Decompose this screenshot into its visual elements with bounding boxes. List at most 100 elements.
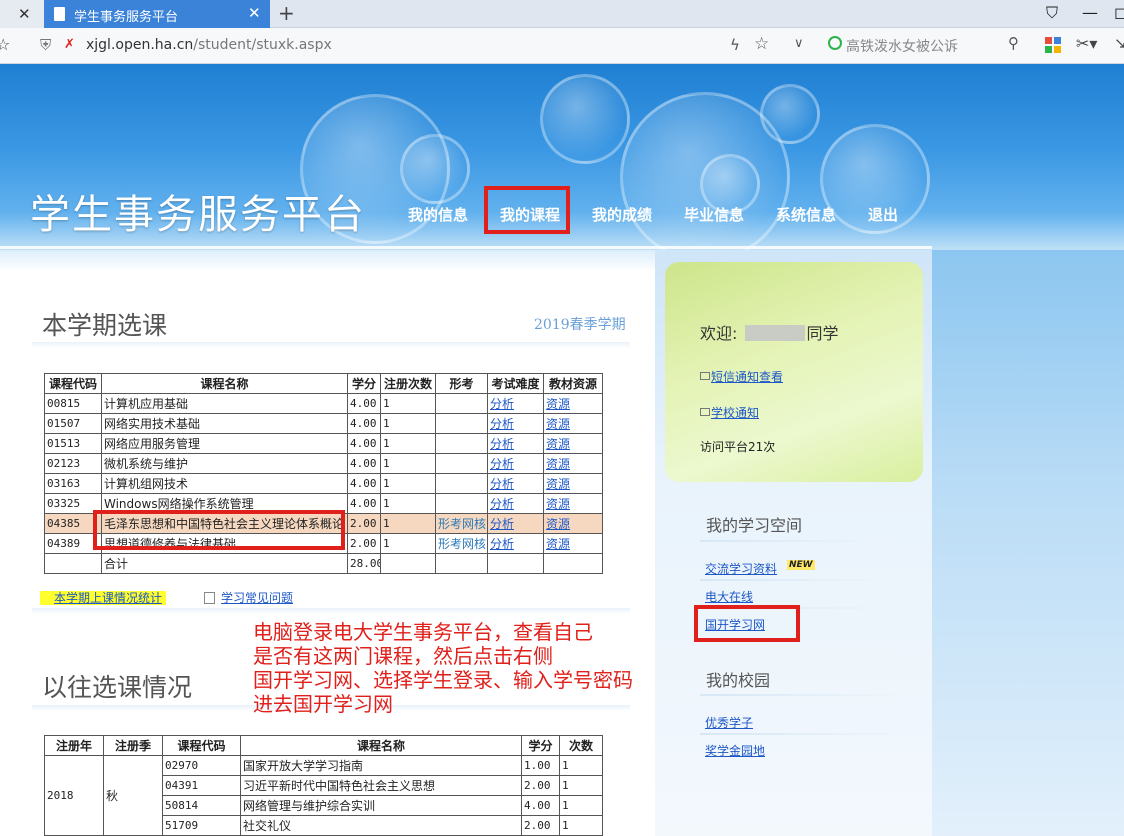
lightning-icon[interactable]: ϟ <box>730 36 740 54</box>
table-row: 01507 网络实用技术基础 4.00 1 分析 资源 <box>44 413 603 434</box>
study-materials-link[interactable]: 交流学习资料 <box>705 562 777 576</box>
course-credit: 4.00 <box>347 413 381 434</box>
difficulty-link[interactable]: 分析 <box>490 457 514 471</box>
shield-icon[interactable]: ⛨ <box>40 36 51 54</box>
tab-title: 学生事务服务平台 <box>74 10 179 25</box>
course-credit: 4.00 <box>347 393 381 414</box>
table-header-row: 课程代码 课程名称 学分 注册次数 形考 考试难度 教材资源 <box>44 373 603 394</box>
resource-link[interactable]: 资源 <box>546 457 570 471</box>
resource-link[interactable]: 资源 <box>546 517 570 531</box>
difficulty-link[interactable]: 分析 <box>490 517 514 531</box>
search-box[interactable]: 高铁泼水女被公诉 ⚲ <box>818 32 1028 59</box>
difficulty-link[interactable]: 分析 <box>490 497 514 511</box>
url-input[interactable]: xjgl.open.ha.cn/student/stuxk.aspx <box>86 37 332 53</box>
course-times: 1 <box>380 393 436 414</box>
course-form[interactable]: 形考网核 <box>435 533 488 554</box>
more-icon[interactable]: ↘ <box>1114 34 1124 52</box>
course-form[interactable]: 形考网核 <box>435 513 488 534</box>
my-campus-title: 我的校园 <box>706 671 771 690</box>
register-season: 秋 <box>103 755 163 836</box>
difficulty-link[interactable]: 分析 <box>490 397 514 411</box>
bookmark-icon[interactable]: ☆ <box>0 35 10 54</box>
resource-link[interactable]: 资源 <box>546 477 570 491</box>
course-form <box>435 473 488 494</box>
apps-grid-icon[interactable] <box>1045 37 1061 53</box>
restore-icon[interactable]: ◻ <box>1114 3 1124 22</box>
course-credit: 2.00 <box>347 533 381 554</box>
scissors-icon[interactable]: ✂▾ <box>1076 34 1097 53</box>
course-credit: 4.00 <box>521 795 560 816</box>
nav-logout[interactable]: 退出 <box>868 204 898 225</box>
course-name: 社交礼仪 <box>240 815 522 836</box>
difficulty-link[interactable]: 分析 <box>490 417 514 431</box>
close-icon[interactable]: ✕ <box>18 5 31 23</box>
welcome-suffix: 同学 <box>806 324 839 343</box>
course-times: 1 <box>559 795 603 816</box>
table-row: 02123 微机系统与维护 4.00 1 分析 资源 <box>44 453 603 474</box>
course-name: 国家开放大学学习指南 <box>240 755 522 776</box>
skin-icon[interactable]: ⛉ <box>1046 3 1058 23</box>
previous-tab[interactable]: ✕ <box>0 0 44 28</box>
course-name: 网络实用技术基础 <box>101 413 348 434</box>
difficulty-link[interactable]: 分析 <box>490 477 514 491</box>
bubble-decoration <box>400 134 470 204</box>
current-courses-title: 本学期选课 <box>42 311 168 340</box>
outstanding-students-link[interactable]: 优秀学子 <box>705 716 753 730</box>
attendance-stats-link[interactable]: 本学期上课情况统计 <box>40 591 167 605</box>
table-row: 03163 计算机组网技术 4.00 1 分析 资源 <box>44 473 603 494</box>
bubble-decoration <box>760 84 820 144</box>
course-name: 习近平新时代中国特色社会主义思想 <box>240 775 522 796</box>
difficulty-link[interactable]: 分析 <box>490 437 514 451</box>
faq-link[interactable]: 学习常见问题 <box>221 591 293 605</box>
nav-graduation[interactable]: 毕业信息 <box>684 204 744 225</box>
resource-link[interactable]: 资源 <box>546 537 570 551</box>
course-times: 1 <box>380 513 436 534</box>
annotation-box-courses <box>93 510 345 550</box>
new-tab-icon[interactable]: + <box>278 1 295 25</box>
course-times: 1 <box>380 533 436 554</box>
chevron-down-icon[interactable]: ∨ <box>794 36 804 51</box>
nav-my-info[interactable]: 我的信息 <box>408 204 468 225</box>
bubble-decoration <box>540 74 630 164</box>
past-courses-table: 注册年 注册季 课程代码 课程名称 学分 次数 2018 秋 02970 国家开放大学… <box>44 735 603 836</box>
course-credit: 4.00 <box>347 493 381 514</box>
course-name: 网络管理与维护综合实训 <box>240 795 522 816</box>
resource-link[interactable]: 资源 <box>546 497 570 511</box>
course-credit: 2.00 <box>521 815 560 836</box>
favorite-star-icon[interactable]: ☆ <box>754 34 769 54</box>
table-row: 00815 计算机应用基础 4.00 1 分析 资源 <box>44 393 603 414</box>
resource-link[interactable]: 资源 <box>546 417 570 431</box>
redacted-name <box>744 325 805 341</box>
difficulty-link[interactable]: 分析 <box>490 537 514 551</box>
column-header: 教材资源 <box>543 373 603 394</box>
page-backdrop <box>932 250 1124 836</box>
course-times: 1 <box>380 433 436 454</box>
course-name: 微机系统与维护 <box>101 453 348 474</box>
url-domain: xjgl.open.ha.cn <box>86 37 194 53</box>
school-notice: 学校通知 <box>700 404 759 421</box>
semester-label: 2019春季学期 <box>534 317 626 333</box>
resource-link[interactable]: 资源 <box>546 437 570 451</box>
course-credit: 4.00 <box>347 473 381 494</box>
minimize-icon[interactable]: — <box>1082 3 1098 22</box>
tvu-online-link[interactable]: 电大在线 <box>705 590 753 604</box>
nav-my-grades[interactable]: 我的成绩 <box>592 204 652 225</box>
course-code: 50814 <box>162 795 241 816</box>
site-title: 学生事务服务平台 <box>30 192 366 238</box>
course-code: 01513 <box>44 433 102 454</box>
active-tab[interactable]: 学生事务服务平台 ✕ <box>44 0 270 28</box>
resource-link[interactable]: 资源 <box>546 397 570 411</box>
close-icon[interactable]: ✕ <box>248 4 261 22</box>
course-times: 1 <box>559 755 603 776</box>
header-banner: 学生事务服务平台 我的信息 我的课程 我的成绩 毕业信息 系统信息 退出 <box>0 64 1124 250</box>
course-times: 1 <box>559 775 603 796</box>
annotation-box-ouchn <box>694 605 800 642</box>
column-header: 注册次数 <box>380 373 436 394</box>
sms-notice-link[interactable]: 短信通知查看 <box>711 370 783 384</box>
search-input[interactable]: 高铁泼水女被公诉 <box>846 36 958 56</box>
scholarship-link[interactable]: 奖学金园地 <box>705 744 765 758</box>
search-icon[interactable]: ⚲ <box>1008 34 1019 52</box>
nav-system-info[interactable]: 系统信息 <box>776 204 836 225</box>
school-notice-link[interactable]: 学校通知 <box>711 406 759 420</box>
sidebar-item: 奖学金园地 <box>705 742 765 759</box>
